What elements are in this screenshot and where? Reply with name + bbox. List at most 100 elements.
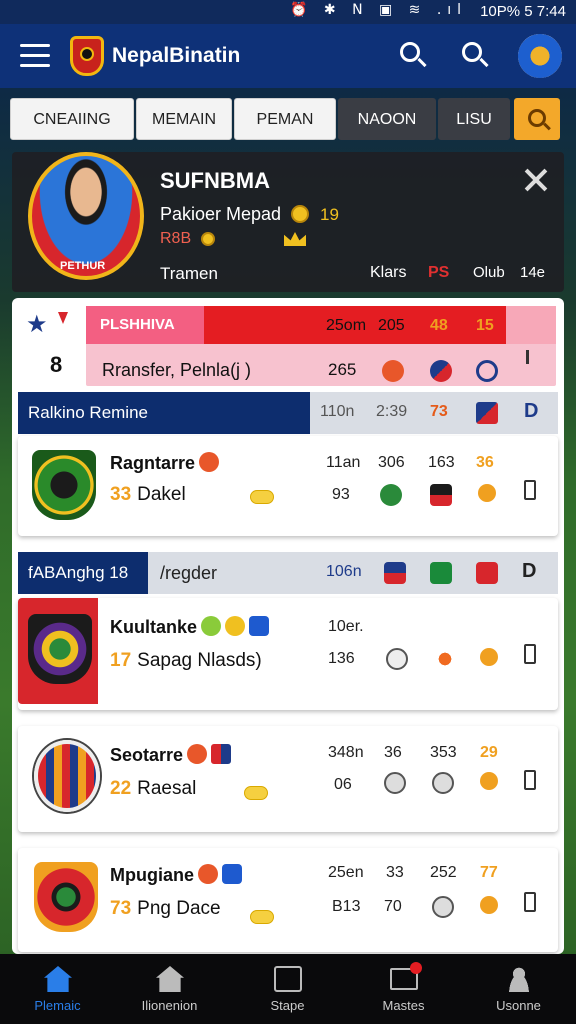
team-name: Kuultanke: [110, 616, 270, 638]
tab-peman[interactable]: PEMAN: [234, 98, 336, 140]
stat-cell: 25en: [328, 864, 364, 881]
stat-cell: 252: [430, 864, 457, 881]
nav-item-plemaic[interactable]: Plemaic: [0, 954, 115, 1024]
club-badge-icon: [187, 744, 208, 764]
tab-memain[interactable]: MEMAIN: [136, 98, 232, 140]
user-icon: [505, 966, 533, 992]
shirt-text: PETHUR: [60, 260, 106, 272]
stat-cell: 10er.: [328, 618, 364, 635]
transfer-banner[interactable]: PLSHHIVA 25om 205 48 15 Rransfer, Pelnla…: [86, 306, 556, 386]
header-cell: 73: [430, 403, 448, 420]
stat-cell: 348n: [328, 744, 364, 761]
rank-number: 8: [50, 352, 63, 377]
close-icon[interactable]: [524, 168, 548, 192]
stat-cell: 163: [428, 454, 455, 471]
device-icon[interactable]: [524, 892, 536, 912]
club-badge-icon: [198, 864, 218, 884]
player-ps: PS: [428, 264, 450, 281]
status-time: 10P% 5 7:44: [480, 3, 566, 20]
nav-item-usonne[interactable]: Usonne: [461, 954, 576, 1024]
device-icon[interactable]: [524, 644, 536, 664]
team-row[interactable]: Seotarre 22 Raesal 348n 36 353 29 06: [18, 726, 558, 832]
tab-cneaiing[interactable]: CNEAIING: [10, 98, 134, 140]
tab-naoon[interactable]: NAOON: [338, 98, 436, 140]
menu-icon[interactable]: [20, 44, 50, 68]
team-row[interactable]: Kuultanke 17 Sapag Nlasds) 10er. 136: [18, 598, 558, 710]
app-bar: NepalBinatin: [0, 24, 576, 88]
header-cell: 110n: [320, 403, 355, 420]
nav-label: Ilionenion: [141, 998, 198, 1013]
section-title: fABAnghg 18: [18, 552, 148, 594]
section-title: Ralkino Remine: [18, 392, 310, 434]
header-cell[interactable]: D: [524, 400, 538, 423]
nav-label: Plemaic: [34, 998, 81, 1013]
section-header-ranking: Ralkino Remine 110n 2:39 73 D: [18, 392, 558, 434]
team-sub: 73 Png Dace: [110, 898, 221, 920]
stat-cell: 353: [430, 744, 457, 761]
device-icon[interactable]: [524, 480, 536, 500]
stats-icon: [274, 966, 302, 992]
device-icon[interactable]: [524, 770, 536, 790]
club-badge-icon: [211, 744, 232, 764]
team-name: Seotarre: [110, 744, 232, 766]
coin-pill-icon: [250, 490, 274, 504]
club-icon: [432, 896, 454, 918]
crown-icon: [284, 232, 306, 246]
team-sub: 22 Raesal: [110, 778, 196, 800]
club-icon: [382, 360, 404, 382]
club-icon: [476, 402, 498, 424]
team-sub-text: Raesal: [137, 778, 197, 799]
club-icon: [478, 484, 496, 502]
search-icon-secondary[interactable]: [462, 42, 490, 70]
coin-icon: [291, 205, 310, 223]
stat-cell: 29: [480, 744, 498, 761]
player-photo: PETHUR: [28, 152, 144, 280]
stat-cell: 06: [334, 776, 352, 793]
player-name: SUFNBMA: [160, 168, 270, 193]
search-icon[interactable]: [400, 42, 428, 70]
header-cell[interactable]: D: [522, 560, 536, 583]
stat-cell: B13: [332, 898, 361, 915]
club-icon: [476, 360, 498, 382]
player-profile-card: PETHUR SUFNBMA Pakioer Mepad 19 R8B Tram…: [12, 152, 564, 292]
nav-item-mastes[interactable]: Mastes: [346, 954, 461, 1024]
nav-label: Usonne: [496, 998, 541, 1013]
section-header-regder: fABAnghg 18 /regder 106n D: [18, 552, 558, 594]
club-icon: [384, 562, 406, 584]
team-rank: 17: [110, 650, 132, 671]
status-bar: ⏰ ✱ N ▣ ≋ .ıl 10P% 5 7:44: [0, 0, 576, 24]
player-age: 14e: [520, 264, 546, 281]
team-rank: 22: [110, 778, 132, 799]
club-icon: [384, 772, 406, 794]
club-badge-icon: [201, 616, 222, 636]
player-role-text: Pakioer Mepad: [160, 204, 282, 224]
tab-lisu[interactable]: LISU: [438, 98, 510, 140]
tab-search-button[interactable]: [514, 98, 560, 140]
club-badge-icon: [249, 616, 270, 636]
team-crest: [34, 740, 100, 812]
app-logo: [70, 36, 104, 76]
team-crest: [32, 450, 96, 520]
more-indicator: [526, 350, 529, 364]
transfer-stat: 265: [328, 360, 357, 379]
team-name-text: Ragntarre: [110, 453, 196, 473]
nav-item-stape[interactable]: Stape: [230, 954, 345, 1024]
coin-icon: [201, 232, 216, 246]
banner-cell: 205: [378, 317, 405, 334]
club-icon: [380, 484, 402, 506]
team-rank: 33: [110, 484, 132, 505]
coin-pill-icon: [244, 786, 268, 800]
stat-cell: 11an: [326, 454, 361, 471]
player-role: Pakioer Mepad: [160, 204, 310, 225]
player-club: Olub: [473, 264, 505, 281]
team-sub-text: Sapag Nlasds): [137, 650, 262, 671]
team-row[interactable]: Ragntarre 33 Dakel 11an 306 163 36 93: [18, 436, 558, 536]
team-crest: [34, 862, 98, 932]
user-avatar[interactable]: [518, 34, 562, 78]
nav-item-ilionenion[interactable]: Ilionenion: [112, 954, 227, 1024]
club-icon: [386, 648, 408, 670]
stat-cell: 36: [476, 454, 494, 471]
team-row[interactable]: Mpugiane 73 Png Dace 25en 33 252 77 B13 7…: [18, 848, 558, 952]
club-badge-icon: [199, 452, 220, 472]
club-badge-icon: [222, 864, 242, 884]
